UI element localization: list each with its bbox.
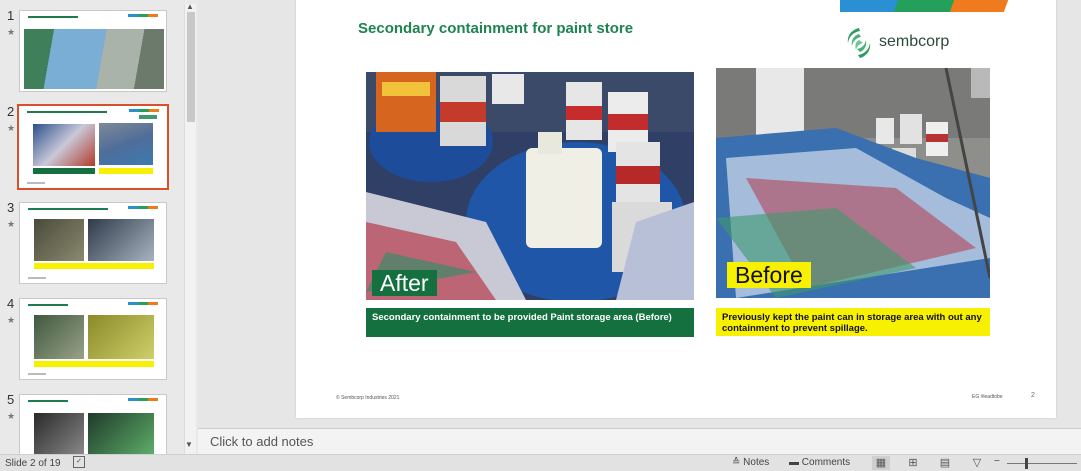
sembcorp-logo: sembcorp (845, 26, 965, 62)
transition-star-icon: ★ (7, 27, 16, 37)
thumbnail-row-5: 5 ★ (0, 392, 190, 454)
slide-page-number: 2 (1031, 392, 1035, 399)
slide-indicator: Slide 2 of 19 (5, 458, 61, 469)
transition-star-icon: ★ (7, 123, 16, 133)
reading-view-icon[interactable]: ▤ (936, 456, 954, 470)
thumbnail-number: 1 (7, 8, 15, 23)
transition-star-icon: ★ (7, 411, 16, 421)
slideshow-icon[interactable]: ▽ (968, 456, 986, 470)
logo-text: sembcorp (879, 33, 950, 50)
slide-title[interactable]: Secondary containment for paint store (358, 20, 633, 37)
notes-button-label: Notes (743, 457, 770, 468)
editor-scrollbar[interactable] (1060, 0, 1080, 428)
slide-editor: Secondary containment for paint store se… (198, 0, 1081, 428)
scroll-up-icon[interactable]: ▲ (186, 2, 194, 11)
after-photo[interactable]: After (366, 72, 694, 300)
slide-thumbnail-pane: 1 ★ 2 ★ 3 ★ 4 ★ 5 ★ ▲ (0, 0, 198, 454)
zoom-slider-thumb[interactable] (1025, 458, 1028, 469)
comments-button[interactable]: ▬ Comments (789, 457, 850, 468)
thumbnail-number: 2 (7, 104, 15, 119)
brand-color-bar (840, 0, 1009, 12)
after-caption[interactable]: Secondary containment to be provided Pai… (366, 308, 694, 337)
slide-footer-copyright: © Sembcorp Industries 2021 (336, 395, 400, 401)
before-label: Before (727, 262, 811, 288)
notes-placeholder[interactable]: Click to add notes (210, 434, 313, 449)
slide-thumbnail-5[interactable] (19, 394, 167, 454)
thumbnail-row-2: 2 ★ (0, 104, 190, 190)
zoom-slider[interactable] (1007, 463, 1077, 464)
slide-sorter-icon[interactable]: ⊞ (904, 456, 922, 470)
notes-icon: ≙ (732, 457, 741, 468)
slide-thumbnail-4[interactable] (19, 298, 167, 380)
thumbnail-row-4: 4 ★ (0, 296, 190, 380)
thumbnail-number: 5 (7, 392, 15, 407)
zoom-out-icon[interactable]: − (994, 456, 1000, 467)
before-photo[interactable]: Before (716, 68, 990, 298)
thumbnail-scrollbar[interactable]: ▲ (184, 2, 196, 454)
paint-cans-containment-image (366, 72, 694, 300)
current-slide[interactable]: Secondary containment for paint store se… (296, 0, 1056, 418)
comments-button-label: Comments (801, 457, 851, 468)
notes-pane[interactable]: Click to add notes (198, 428, 1081, 454)
scroll-down-icon[interactable]: ▼ (185, 440, 193, 449)
spellcheck-icon[interactable]: ✓ (73, 456, 85, 468)
slide-thumbnail-1[interactable] (19, 10, 167, 92)
thumbnail-number: 3 (7, 200, 15, 215)
powerpoint-window: 1 ★ 2 ★ 3 ★ 4 ★ 5 ★ ▲ Secondary containm… (0, 0, 1081, 471)
comments-icon: ▬ (789, 457, 799, 468)
scrollbar-thumb[interactable] (187, 12, 195, 122)
sembcorp-logo-icon (847, 28, 871, 58)
transition-star-icon: ★ (7, 315, 16, 325)
slide-thumbnail-2[interactable] (17, 104, 169, 190)
status-bar: Slide 2 of 19 ✓ ≙ Notes ▬ Comments ▦ ⊞ ▤… (0, 454, 1081, 471)
after-label: After (372, 270, 437, 296)
normal-view-icon[interactable]: ▦ (872, 456, 890, 470)
before-caption[interactable]: Previously kept the paint can in storage… (716, 308, 990, 336)
transition-star-icon: ★ (7, 219, 16, 229)
slide-footer-tag: EG #leadtobe (972, 394, 1003, 400)
thumbnail-row-1: 1 ★ (0, 8, 190, 92)
thumbnail-row-3: 3 ★ (0, 200, 190, 284)
thumbnail-number: 4 (7, 296, 15, 311)
notes-button[interactable]: ≙ Notes (732, 457, 769, 468)
slide-thumbnail-3[interactable] (19, 202, 167, 284)
